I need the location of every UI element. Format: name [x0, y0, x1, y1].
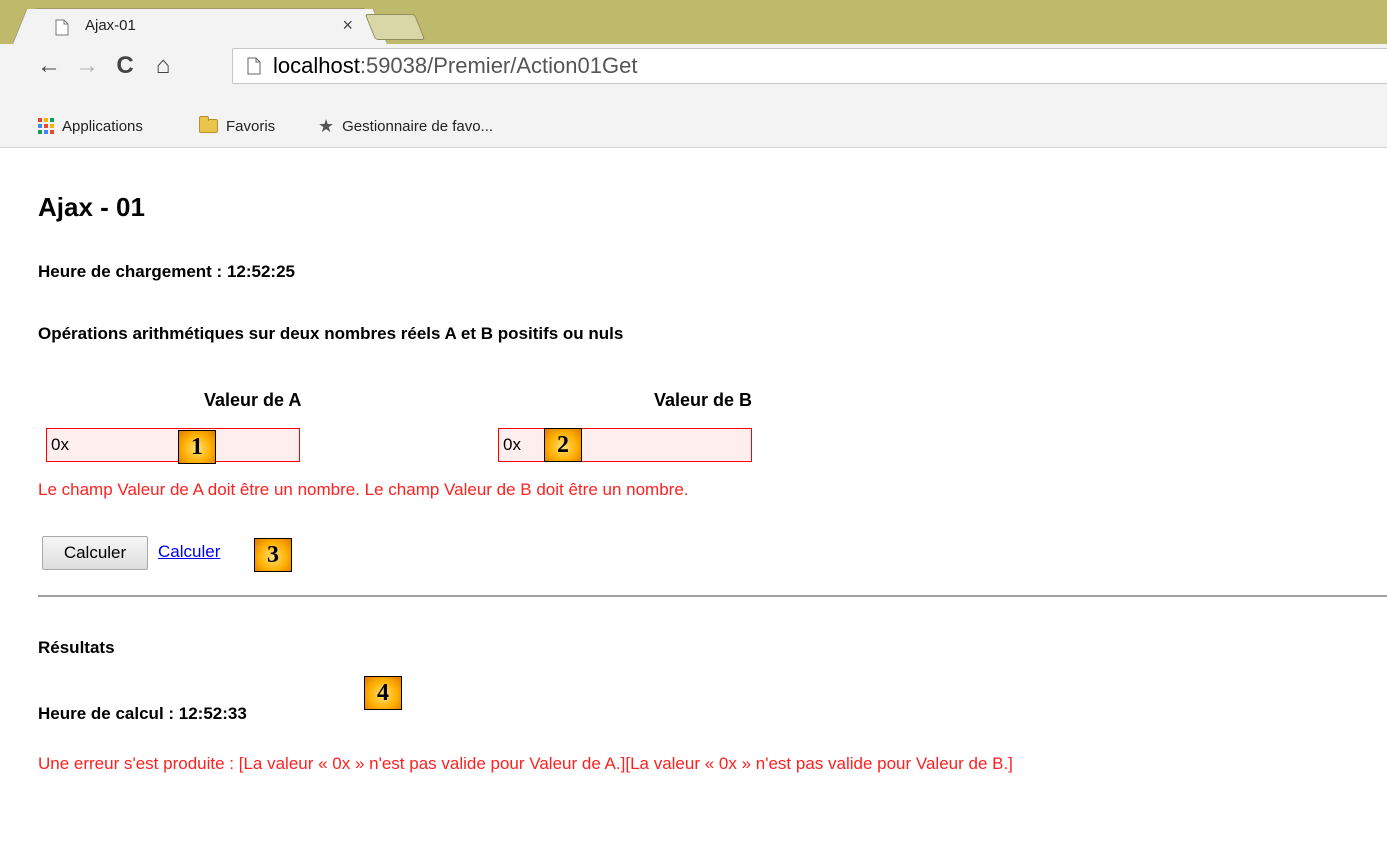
load-time: Heure de chargement : 12:52:25 [38, 262, 295, 281]
bookmark-gestionnaire[interactable]: ★ Gestionnaire de favo... [318, 108, 493, 144]
annotation-marker-3: 3 [254, 538, 292, 572]
page-title: Ajax - 01 [38, 192, 145, 222]
validation-message: Le champ Valeur de A doit être un nombre… [38, 480, 689, 499]
navigation-toolbar: ← → C ⌂ localhost:59038/Premier/Action01… [0, 44, 1387, 108]
bookmark-label: Favoris [226, 117, 276, 135]
apps-grid-icon [38, 118, 54, 134]
star-icon: ★ [318, 115, 335, 136]
address-path: :59038/Premier/Action01Get [359, 53, 638, 78]
close-icon[interactable]: × [342, 15, 353, 36]
page-icon [247, 57, 261, 75]
forward-arrow-icon[interactable]: → [72, 52, 102, 80]
bookmark-label: Applications [62, 117, 143, 135]
calculer-button[interactable]: Calculer [42, 536, 148, 570]
reload-icon[interactable]: C [110, 52, 140, 80]
address-bar[interactable]: localhost:59038/Premier/Action01Get [232, 48, 1387, 84]
tab-strip: Ajax-01 × [0, 0, 1387, 44]
annotation-marker-4: 4 [364, 676, 402, 710]
back-arrow-icon[interactable]: ← [34, 52, 64, 80]
label-value-b: Valeur de B [654, 390, 753, 410]
folder-icon [199, 116, 218, 133]
new-tab-button[interactable] [364, 14, 426, 40]
bookmark-applications[interactable]: Applications [38, 108, 143, 144]
error-message: Une erreur s'est produite : [La valeur «… [38, 754, 1013, 773]
bookmark-favoris[interactable]: Favoris [199, 108, 275, 144]
divider [38, 595, 1387, 597]
page-icon [55, 19, 69, 36]
calculer-link[interactable]: Calculer [158, 542, 220, 562]
operations-description: Opérations arithmétiques sur deux nombre… [38, 324, 624, 343]
browser-tab[interactable]: Ajax-01 × [32, 8, 368, 44]
annotation-marker-1: 1 [178, 430, 216, 464]
bookmarks-bar: Applications Favoris ★ Gestionnaire de f… [0, 108, 1387, 148]
calc-time: Heure de calcul : 12:52:33 [38, 704, 247, 723]
label-value-a: Valeur de A [204, 390, 302, 410]
value-b-input[interactable] [498, 428, 752, 462]
tab-title: Ajax-01 [85, 17, 136, 34]
annotation-marker-2: 2 [544, 428, 582, 462]
bookmark-label: Gestionnaire de favo... [342, 117, 494, 135]
home-icon[interactable]: ⌂ [148, 52, 178, 80]
address-url: localhost:59038/Premier/Action01Get [273, 53, 637, 79]
value-a-input[interactable] [46, 428, 300, 462]
results-heading: Résultats [38, 638, 115, 657]
address-host: localhost [273, 53, 360, 78]
